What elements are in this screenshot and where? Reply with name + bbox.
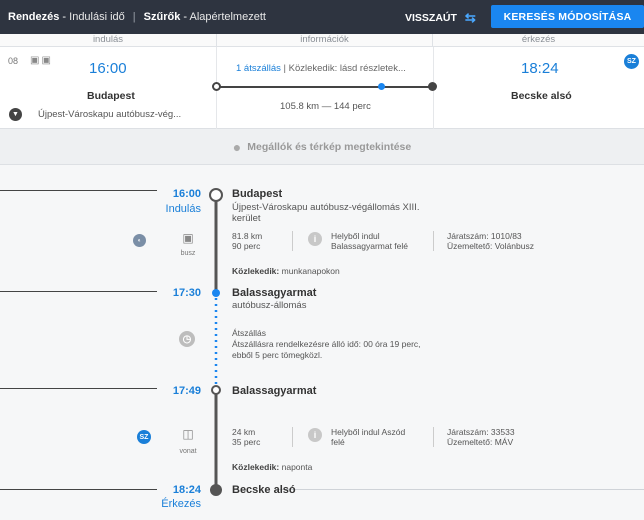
info-icon: i <box>308 428 322 442</box>
stop-subtitle: autóbusz-állomás <box>232 300 307 311</box>
transfers-link[interactable]: 1 átszállás <box>236 63 281 74</box>
filter-control[interactable]: Szűrők - Alapértelmezett <box>144 11 266 23</box>
operator: Üzemeltető: Volánbusz <box>447 241 534 251</box>
stop-time: 17:49 <box>172 385 201 397</box>
toolbar-divider: | <box>132 11 136 23</box>
vehicle-type: busz <box>180 250 196 257</box>
stop-name: Becske alsó <box>232 484 296 496</box>
column-header-info: információk <box>216 34 433 47</box>
timeline-rule <box>275 489 644 490</box>
column-header-departure: indulás <box>0 34 216 47</box>
arrival-city: Becske alsó <box>511 90 572 102</box>
timeline-rule <box>0 291 157 292</box>
train-icon: ◫ <box>182 427 194 441</box>
seat-reservation-badge: SZ <box>624 54 639 69</box>
stop-name: Balassagyarmat <box>232 287 317 299</box>
column-header-arrival: érkezés <box>433 34 644 47</box>
clock-icon: ◷ <box>179 331 195 347</box>
stop-label: Érkezés <box>161 498 201 510</box>
leg-direction: Balassagyarmat felé <box>331 241 409 251</box>
departure-city: Budapest <box>87 90 135 102</box>
route-transfer-dot <box>378 83 385 90</box>
divider <box>292 231 293 251</box>
operating-days: Közlekedik: naponta <box>232 462 313 472</box>
map-link-bar[interactable]: ● Megállók és térkép megtekintése <box>0 129 644 165</box>
divider <box>292 427 293 447</box>
timeline-rule <box>0 388 157 389</box>
info-icon: i <box>308 232 322 246</box>
route-summary-card[interactable]: indulás információk érkezés 08 ▣▣ 16:00 … <box>0 34 644 129</box>
return-trip-button[interactable]: VISSZAÚT ⇆ <box>405 10 476 26</box>
leg-duration: 35 perc <box>232 437 261 447</box>
timeline-rule <box>0 489 157 490</box>
timeline-rule <box>0 190 157 191</box>
stop-marker-transfer-dep <box>211 385 221 395</box>
stop-marker-start <box>209 188 223 202</box>
stop-time: 18:24 <box>172 484 201 496</box>
route-track <box>216 86 433 88</box>
vehicle-type: vonat <box>179 448 197 455</box>
row-number: 08 <box>8 56 19 66</box>
leg-start-note: Helyből indul <box>331 231 380 241</box>
stop-label: Indulás <box>165 203 201 215</box>
operating-days: Közlekedik: munkanapokon <box>232 266 340 276</box>
leg-start-note: Helyből indul Aszód <box>331 427 406 437</box>
departure-stop: Újpest-Városkapu autóbusz-vég... <box>38 109 182 120</box>
distance-duration: 105.8 km — 144 perc <box>280 101 371 112</box>
trip-number: Járatszám: 1010/83 <box>447 231 522 241</box>
leg-duration: 90 perc <box>232 241 261 251</box>
stop-name: Balassagyarmat <box>232 385 317 397</box>
divider <box>433 231 434 251</box>
route-end-dot <box>428 82 437 91</box>
swap-arrows-icon: ⇆ <box>464 10 476 25</box>
bus-train-icon: ▣▣ <box>30 55 53 66</box>
route-start-dot <box>212 82 221 91</box>
sort-control[interactable]: Rendezés - Indulási idő <box>8 11 125 23</box>
transfer-title: Átszállás <box>232 328 267 338</box>
map-pin-icon: ● <box>232 138 242 155</box>
arrival-time: 18:24 <box>521 60 559 77</box>
bus-icon: ▣ <box>182 231 194 245</box>
leg-distance: 24 km <box>232 427 256 437</box>
seat-reservation-badge: SZ <box>137 430 151 444</box>
divider <box>433 427 434 447</box>
stop-marker-end <box>210 484 222 496</box>
trip-number: Járatszám: 33533 <box>447 427 515 437</box>
leg-distance: 81.8 km <box>232 231 263 241</box>
transfer-walk: ebből 5 perc tömegközl. <box>232 350 323 360</box>
expand-chevron-icon[interactable]: ▼ <box>9 108 22 121</box>
map-link-label: Megállók és térkép megtekintése <box>247 140 412 153</box>
stop-subtitle: Újpest-Városkapu autóbusz-végállomás XII… <box>232 202 420 224</box>
route-info: 1 átszállás | Közlekedik: lásd részletek… <box>236 63 406 74</box>
operator-logo-icon: ◐ <box>133 234 146 247</box>
stop-time: 16:00 <box>172 188 201 200</box>
departure-time: 16:00 <box>89 60 127 77</box>
operator: Üzemeltető: MÁV <box>447 437 514 447</box>
stop-marker-transfer <box>212 289 220 297</box>
route-detail: 16:00 Indulás Budapest Újpest-Városkapu … <box>0 165 644 520</box>
leg-direction: felé <box>331 437 345 447</box>
stop-name: Budapest <box>232 188 283 200</box>
transfer-time: Átszállásra rendelkezésre álló idő: 00 ó… <box>232 339 421 349</box>
modify-search-button[interactable]: KERESÉS MÓDOSÍTÁSA <box>491 5 644 28</box>
stop-time: 17:30 <box>172 287 201 299</box>
